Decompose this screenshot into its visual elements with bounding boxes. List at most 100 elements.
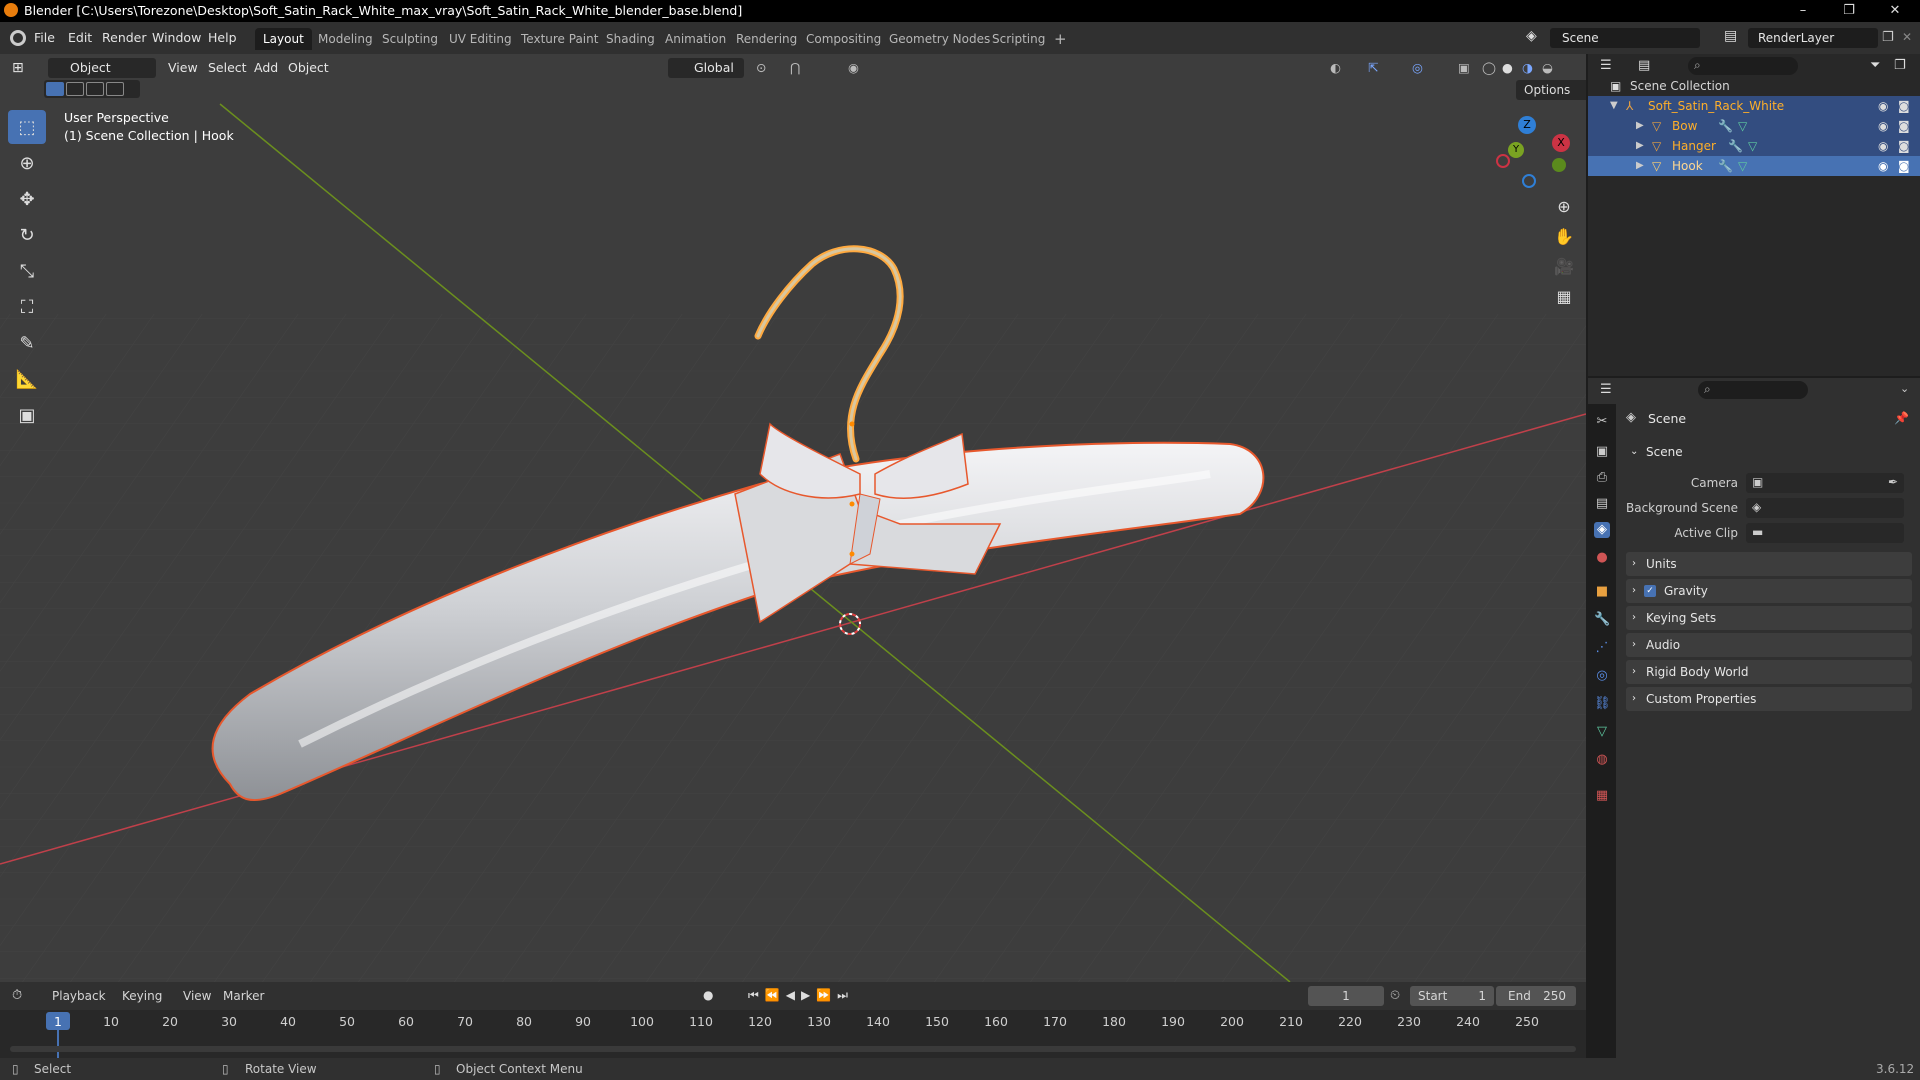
chevron-down-icon[interactable]: ⌄	[1900, 382, 1909, 395]
menu-object[interactable]: Object	[288, 58, 329, 78]
zoom-icon[interactable]: ⊕	[1548, 192, 1580, 220]
menu-marker[interactable]: Marker	[223, 989, 264, 1003]
remove-view-layer-icon[interactable]: ✕	[1902, 30, 1912, 44]
outliner-row-bow[interactable]: ▶ ▽ Bow 🔧 ▽ ◉ ◙	[1588, 116, 1920, 136]
select-new-icon[interactable]	[46, 82, 64, 96]
minimize-button[interactable]: –	[1780, 0, 1826, 22]
clock-icon[interactable]: ⏲	[1390, 988, 1400, 1003]
gravity-panel[interactable]: › ✓ Gravity	[1626, 579, 1912, 603]
gizmo-x-icon[interactable]: X	[1552, 134, 1570, 152]
ortho-toggle-icon[interactable]: ▦	[1548, 282, 1580, 310]
gizmo-neg-x-icon[interactable]	[1496, 154, 1510, 168]
particles-tab-icon[interactable]: ⋰	[1594, 640, 1610, 656]
new-collection-icon[interactable]: ❐	[1894, 58, 1906, 73]
playback-controls[interactable]: ⏮⏪◀▶⏩⏭	[748, 988, 854, 1003]
menu-help[interactable]: Help	[208, 30, 237, 45]
tab-geometry-nodes[interactable]: Geometry Nodes	[881, 28, 998, 50]
timeline-editor-icon[interactable]: ⏱	[12, 988, 22, 1003]
modifier-tab-icon[interactable]: 🔧	[1594, 612, 1610, 628]
record-icon[interactable]: ●	[703, 988, 713, 1002]
tab-uv-editing[interactable]: UV Editing	[441, 28, 520, 50]
expand-arrow-icon[interactable]: ▶	[1636, 116, 1644, 136]
cursor-tool-icon[interactable]: ⊕	[8, 146, 46, 180]
properties-editor-icon[interactable]: ☰	[1600, 382, 1612, 397]
select-extend-icon[interactable]	[66, 82, 84, 96]
shading-solid-icon[interactable]: ●	[1502, 58, 1513, 78]
overlay-toggle-icon[interactable]: ◎	[1412, 58, 1423, 78]
expand-arrow-icon[interactable]: ▶	[1636, 136, 1644, 156]
blender-menu-icon[interactable]	[10, 30, 26, 46]
world-tab-icon[interactable]: ●	[1594, 550, 1610, 566]
transform-tool-icon[interactable]: ⛶	[8, 290, 46, 324]
menu-window[interactable]: Window	[152, 30, 201, 45]
shading-material-icon[interactable]: ◑	[1522, 58, 1533, 78]
timeline[interactable]: 1 10 20 30 40 50 60 70 80 90 100 110 120 130 140 150 160…	[0, 1010, 1586, 1058]
gizmo-neg-z-icon[interactable]	[1522, 174, 1536, 188]
scene-selector[interactable]: Scene	[1550, 28, 1700, 48]
outliner-row-scene-collection[interactable]: ▣ Scene Collection	[1588, 76, 1920, 96]
render-tab-icon[interactable]: ▣	[1594, 444, 1610, 460]
select-box-tool-icon[interactable]: ⬚	[8, 110, 46, 144]
outliner-editor-icon[interactable]: ☰	[1600, 58, 1612, 73]
current-frame-field[interactable]: 1	[1308, 986, 1384, 1006]
tool-tab-icon[interactable]: ✂	[1594, 414, 1610, 430]
shading-rendered-icon[interactable]: ◒	[1542, 58, 1553, 78]
menu-keying[interactable]: Keying	[122, 989, 162, 1003]
custom-properties-panel[interactable]: › Custom Properties	[1626, 687, 1912, 711]
pivot-icon[interactable]: ⊙	[756, 58, 766, 78]
physics-tab-icon[interactable]: ◎	[1594, 668, 1610, 684]
outliner-row-hanger[interactable]: ▶ ▽ Hanger 🔧 ▽ ◉ ◙	[1588, 136, 1920, 156]
menu-edit[interactable]: Edit	[68, 30, 92, 45]
new-view-layer-icon[interactable]: ❐	[1882, 30, 1894, 45]
camera-render-icon[interactable]: ◙	[1898, 156, 1910, 176]
tab-compositing[interactable]: Compositing	[798, 28, 889, 50]
expand-arrow-icon[interactable]: ▼	[1610, 96, 1618, 116]
timeline-scrollbar[interactable]	[10, 1046, 1576, 1052]
start-frame-field[interactable]: Start 1	[1410, 986, 1494, 1006]
object-tab-icon[interactable]: ■	[1594, 584, 1610, 600]
tab-layout[interactable]: Layout	[255, 28, 312, 50]
scale-tool-icon[interactable]: ⤡	[8, 254, 46, 288]
outliner-row-soft-satin[interactable]: ▼ ⅄ Soft_Satin_Rack_White ◉ ◙	[1588, 96, 1920, 116]
display-mode-icon[interactable]: ▤	[1638, 58, 1650, 73]
menu-file[interactable]: File	[34, 30, 55, 45]
expand-arrow-icon[interactable]: ▶	[1636, 156, 1644, 176]
close-button[interactable]: ✕	[1872, 0, 1918, 22]
outliner-search-input[interactable]: ⌕	[1688, 57, 1798, 75]
audio-panel[interactable]: › Audio	[1626, 633, 1912, 657]
gizmo-toggle-icon[interactable]: ⇱	[1368, 58, 1378, 78]
tab-scripting[interactable]: Scripting	[984, 28, 1053, 50]
keying-sets-panel[interactable]: › Keying Sets	[1626, 606, 1912, 630]
properties-search-input[interactable]: ⌕	[1698, 381, 1808, 399]
shading-wireframe-icon[interactable]: ◯	[1482, 58, 1496, 78]
tab-rendering[interactable]: Rendering	[728, 28, 805, 50]
visibility-icon[interactable]: ◐	[1330, 58, 1341, 78]
constraints-tab-icon[interactable]: ⛓	[1594, 696, 1611, 712]
measure-tool-icon[interactable]: 📐	[8, 362, 46, 396]
gravity-checkbox[interactable]: ✓	[1644, 585, 1656, 597]
camera-view-icon[interactable]: 🎥	[1548, 252, 1580, 280]
eyedropper-icon[interactable]: ✒	[1888, 475, 1898, 489]
active-clip-field[interactable]: ▬	[1746, 523, 1904, 543]
tab-animation[interactable]: Animation	[657, 28, 734, 50]
eye-icon[interactable]: ◉	[1878, 116, 1888, 136]
filter-icon[interactable]: ⏷	[1870, 58, 1880, 73]
orientation-selector[interactable]: Global	[668, 58, 744, 78]
tab-sculpting[interactable]: Sculpting	[374, 28, 446, 50]
output-tab-icon[interactable]: ⎙	[1594, 470, 1610, 486]
select-subtract-icon[interactable]	[86, 82, 104, 96]
menu-render[interactable]: Render	[102, 30, 147, 45]
options-dropdown[interactable]: Options	[1516, 80, 1586, 100]
scene-tab-icon[interactable]: ◈	[1594, 522, 1610, 538]
3d-viewport[interactable]: ⊞ Object Mode View Select Add Object Glo…	[0, 54, 1586, 982]
editor-type-icon[interactable]: ⊞	[12, 58, 24, 78]
tab-shading[interactable]: Shading	[598, 28, 663, 50]
camera-render-icon[interactable]: ◙	[1898, 96, 1910, 116]
menu-add[interactable]: Add	[254, 58, 278, 78]
menu-view[interactable]: View	[168, 58, 198, 78]
tab-texture-paint[interactable]: Texture Paint	[513, 28, 606, 50]
maximize-button[interactable]: ❐	[1826, 0, 1872, 22]
proportional-edit-icon[interactable]: ◉	[848, 58, 859, 78]
scene-icon[interactable]: ◈	[1526, 28, 1546, 48]
eye-icon[interactable]: ◉	[1878, 156, 1888, 176]
